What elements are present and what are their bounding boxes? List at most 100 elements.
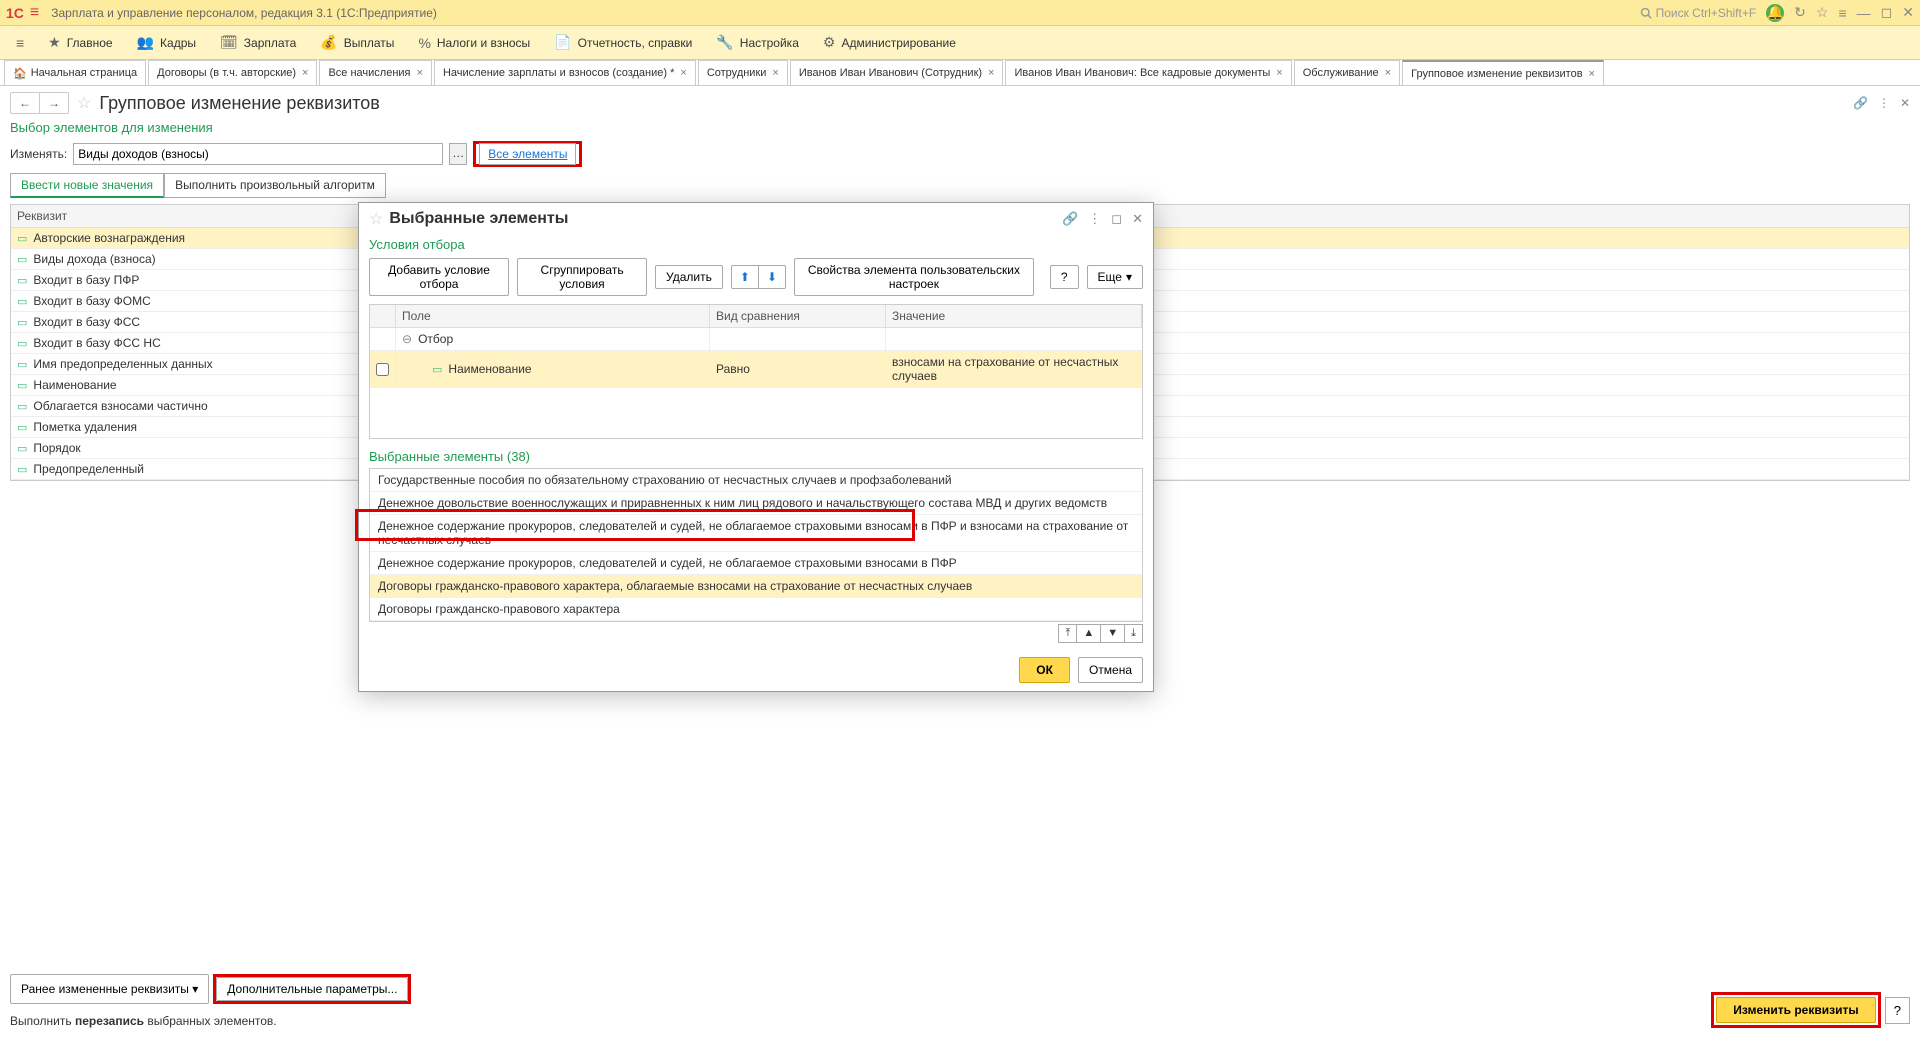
row-icon: ▭ xyxy=(17,463,27,476)
dialog-close-icon[interactable]: ✕ xyxy=(1132,211,1143,227)
link-icon[interactable]: 🔗 xyxy=(1853,96,1868,110)
filter-checkbox[interactable] xyxy=(376,363,389,376)
dialog-star-icon[interactable]: ☆ xyxy=(369,209,383,229)
row-icon: ▭ xyxy=(17,379,27,392)
help-button[interactable]: ? xyxy=(1050,265,1079,289)
more-button[interactable]: Еще▾ xyxy=(1087,265,1143,289)
tab-service[interactable]: Обслуживание× xyxy=(1294,60,1400,85)
nav-arrows: ← → xyxy=(10,92,69,114)
row-icon: ▭ xyxy=(17,274,27,287)
selected-item[interactable]: Денежное довольствие военнослужащих и пр… xyxy=(370,492,1142,515)
dots-button[interactable]: … xyxy=(449,143,467,165)
selected-item[interactable]: Договоры гражданско-правового характера xyxy=(370,598,1142,621)
selected-item[interactable]: Денежное содержание прокуроров, следоват… xyxy=(370,515,1142,552)
tab-home[interactable]: 🏠Начальная страница xyxy=(4,60,146,85)
help-button[interactable]: ? xyxy=(1885,997,1910,1024)
change-input[interactable] xyxy=(73,143,443,165)
favorite-icon[interactable]: ☆ xyxy=(77,93,91,113)
tab-close-icon[interactable]: × xyxy=(772,67,778,79)
nav-nalogi[interactable]: %Налоги и взносы xyxy=(406,26,542,59)
close-icon[interactable]: ✕ xyxy=(1902,4,1914,21)
back-button[interactable]: ← xyxy=(11,93,40,113)
tab-close-icon[interactable]: × xyxy=(1276,67,1282,79)
dialog-maximize-icon[interactable]: ◻ xyxy=(1111,211,1122,227)
nav-main[interactable]: ★Главное xyxy=(36,26,124,59)
cancel-button[interactable]: Отмена xyxy=(1078,657,1143,683)
tab-close-icon[interactable]: × xyxy=(417,67,423,79)
bell-icon[interactable]: 🔔 xyxy=(1766,4,1784,22)
nav-zarplata[interactable]: 🗓Зарплата xyxy=(208,26,308,59)
all-elements-button[interactable]: Все элементы xyxy=(479,143,576,165)
prev-changed-button[interactable]: Ранее измененные реквизиты ▾ xyxy=(10,974,209,1004)
forward-button[interactable]: → xyxy=(40,93,68,113)
toggle-algorithm[interactable]: Выполнить произвольный алгоритм xyxy=(164,173,386,198)
row-icon: ▭ xyxy=(17,421,27,434)
nav-otchet[interactable]: 📄Отчетность, справки xyxy=(542,26,704,59)
nav-up-icon[interactable]: ▲ xyxy=(1077,625,1101,642)
tab-nachisleniya[interactable]: Все начисления× xyxy=(319,60,432,85)
maximize-icon[interactable]: ◻ xyxy=(1881,4,1893,21)
add-condition-button[interactable]: Добавить условие отбора xyxy=(369,258,509,296)
title-bar: 1C ≡ Зарплата и управление персоналом, р… xyxy=(0,0,1920,26)
apply-button[interactable]: Изменить реквизиты xyxy=(1716,997,1875,1023)
toggle-new-values[interactable]: Ввести новые значения xyxy=(10,173,164,198)
filter-condition-row[interactable]: ▭Наименование Равно взносами на страхова… xyxy=(370,351,1142,388)
row-icon: ▭ xyxy=(17,358,27,371)
app-title: Зарплата и управление персоналом, редакц… xyxy=(51,6,1639,20)
hamburger-icon[interactable]: ≡ xyxy=(30,4,39,22)
ok-button[interactable]: ОК xyxy=(1019,657,1070,683)
tab-dogovory[interactable]: Договоры (в т.ч. авторские)× xyxy=(148,60,317,85)
dialog-footer: ОК Отмена xyxy=(359,649,1153,691)
row-icon: ▭ xyxy=(17,232,27,245)
tab-group-change[interactable]: Групповое изменение реквизитов× xyxy=(1402,60,1604,85)
extra-params-button[interactable]: Дополнительные параметры... xyxy=(216,977,408,1001)
change-row: Изменять: … Все элементы xyxy=(0,139,1920,169)
star-icon[interactable]: ☆ xyxy=(1816,4,1829,21)
tab-close-icon[interactable]: × xyxy=(1589,68,1595,80)
filter-col-field: Поле xyxy=(396,305,710,327)
move-up-icon[interactable]: ⬆ xyxy=(732,266,759,288)
nav-vyplaty[interactable]: 💰Выплаты xyxy=(308,26,406,59)
tab-ivanov[interactable]: Иванов Иван Иванович (Сотрудник)× xyxy=(790,60,1004,85)
nav-kadry[interactable]: 👥Кадры xyxy=(125,26,208,59)
filter-col-val: Значение xyxy=(886,305,1142,327)
move-down-icon[interactable]: ⬇ xyxy=(759,266,785,288)
selected-item[interactable]: Государственные пособия по обязательному… xyxy=(370,469,1142,492)
nav-nastroika[interactable]: 🔧Настройка xyxy=(704,26,811,59)
page-close-icon[interactable]: ✕ xyxy=(1900,96,1910,110)
tab-ivanov-docs[interactable]: Иванов Иван Иванович: Все кадровые докум… xyxy=(1005,60,1291,85)
minimize-icon[interactable]: — xyxy=(1857,5,1871,21)
highlight-all-elements: Все элементы xyxy=(473,141,582,167)
collapse-icon[interactable]: ⊖ xyxy=(402,332,412,346)
tab-sotrudniki[interactable]: Сотрудники× xyxy=(698,60,788,85)
kebab-icon[interactable]: ⋮ xyxy=(1878,96,1890,110)
tab-close-icon[interactable]: × xyxy=(988,67,994,79)
nav-admin[interactable]: ⚙Администрирование xyxy=(811,26,968,59)
history-icon[interactable]: ↻ xyxy=(1794,4,1806,21)
tab-close-icon[interactable]: × xyxy=(1385,67,1391,79)
dialog-kebab-icon[interactable]: ⋮ xyxy=(1088,211,1101,227)
tab-close-icon[interactable]: × xyxy=(680,67,686,79)
change-label: Изменять: xyxy=(10,147,67,161)
nav-top-icon[interactable]: ⤒ xyxy=(1059,625,1077,642)
selected-list: Государственные пособия по обязательному… xyxy=(369,468,1143,622)
row-icon: ▭ xyxy=(17,295,27,308)
list-nav: ⤒ ▲ ▼ ⤓ xyxy=(369,624,1143,643)
tab-nachislenie-zp[interactable]: Начисление зарплаты и взносов (создание)… xyxy=(434,60,696,85)
delete-condition-button[interactable]: Удалить xyxy=(655,265,723,289)
settings-icon[interactable]: ≡ xyxy=(1838,5,1846,21)
selected-item[interactable]: Договоры гражданско-правового характера,… xyxy=(370,575,1142,598)
properties-button[interactable]: Свойства элемента пользовательских настр… xyxy=(794,258,1034,296)
highlight-extra-params: Дополнительные параметры... xyxy=(213,974,411,1004)
nav-bottom-icon[interactable]: ⤓ xyxy=(1125,625,1142,642)
section-selection: Выбор элементов для изменения xyxy=(0,118,1920,139)
highlight-apply: Изменить реквизиты xyxy=(1711,992,1880,1028)
filter-root-row[interactable]: ⊖Отбор xyxy=(370,328,1142,351)
dialog-link-icon[interactable]: 🔗 xyxy=(1062,211,1078,227)
tab-close-icon[interactable]: × xyxy=(302,67,308,79)
selected-item[interactable]: Денежное содержание прокуроров, следоват… xyxy=(370,552,1142,575)
nav-down-icon[interactable]: ▼ xyxy=(1101,625,1125,642)
nav-main-menu[interactable]: ≡ xyxy=(4,26,36,59)
group-conditions-button[interactable]: Сгруппировать условия xyxy=(517,258,647,296)
global-search[interactable]: Поиск Ctrl+Shift+F xyxy=(1640,6,1757,20)
